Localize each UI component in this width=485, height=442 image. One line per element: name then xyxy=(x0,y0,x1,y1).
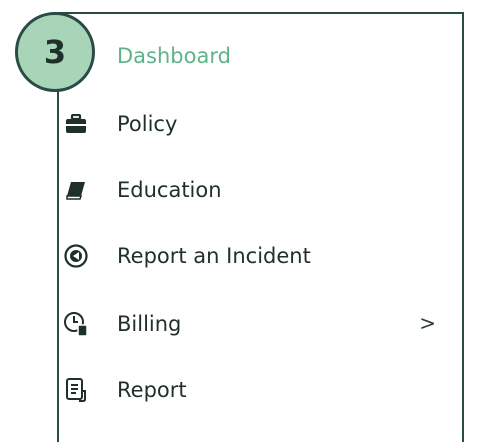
step-badge: 3 xyxy=(15,12,95,92)
sidebar-item-label: Dashboard xyxy=(117,44,231,68)
briefcase-icon xyxy=(62,110,90,138)
step-badge-label: 3 xyxy=(43,33,67,71)
sidebar-item-label: Report xyxy=(117,378,187,402)
sidebar-item-policy[interactable]: Policy xyxy=(62,101,452,147)
sidebar-item-education[interactable]: Education xyxy=(62,167,452,213)
sidebar-item-billing[interactable]: Billing > xyxy=(62,301,452,347)
sidebar-item-label: Billing xyxy=(117,312,182,336)
incident-icon xyxy=(62,242,90,270)
book-icon xyxy=(62,176,90,204)
screenshot-canvas: 3 Dashboard Policy Education Report an I… xyxy=(0,0,485,442)
billing-clock-icon xyxy=(62,310,90,338)
sidebar-item-report[interactable]: Report xyxy=(62,367,452,413)
sidebar-item-label: Policy xyxy=(117,112,178,136)
sidebar-item-label: Report an Incident xyxy=(117,244,311,268)
sidebar-item-label: Education xyxy=(117,178,222,202)
chevron-right-icon[interactable]: > xyxy=(419,310,436,336)
sidebar-item-dashboard[interactable]: Dashboard xyxy=(62,33,452,79)
sidebar-item-report-incident[interactable]: Report an Incident xyxy=(62,233,452,279)
document-icon xyxy=(62,376,90,404)
